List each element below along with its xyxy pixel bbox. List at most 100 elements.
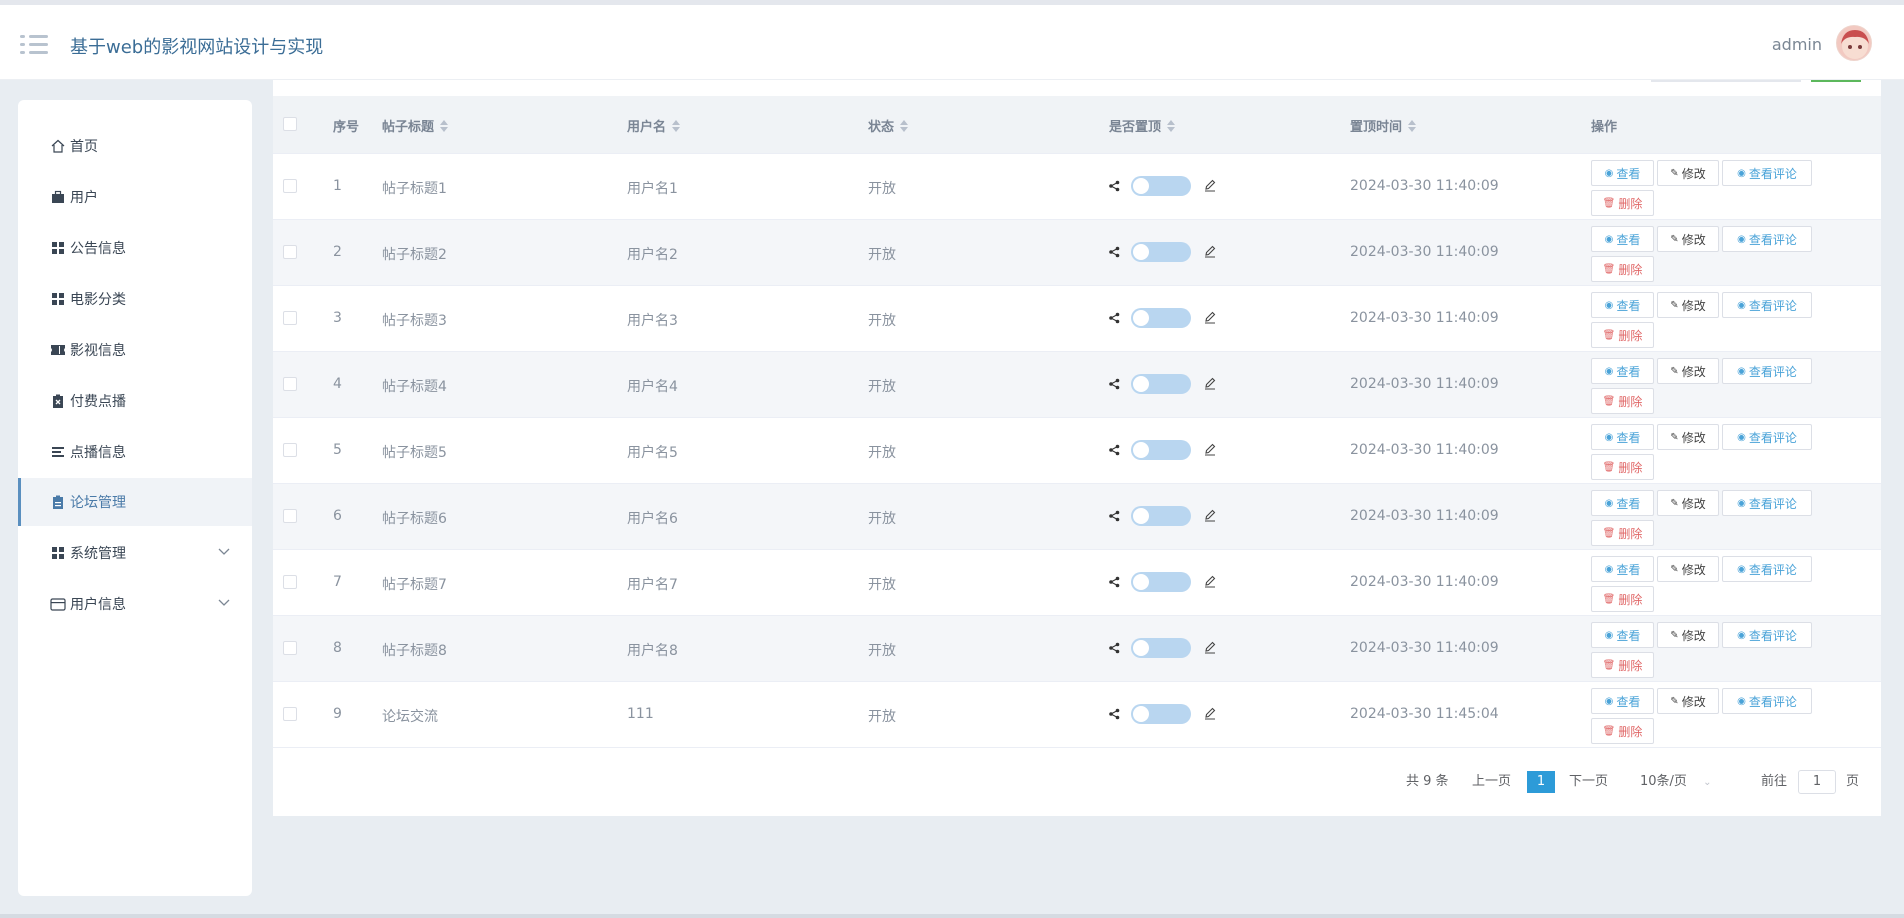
- share-icon[interactable]: [1108, 576, 1120, 588]
- view-comments-button[interactable]: ◉ 查看评论: [1722, 358, 1812, 384]
- sort-icon[interactable]: [440, 119, 449, 132]
- header-title[interactable]: 帖子标题: [382, 116, 449, 135]
- row-checkbox[interactable]: [283, 245, 297, 259]
- edit-button[interactable]: ✎ 修改: [1657, 160, 1719, 186]
- view-comments-button[interactable]: ◉ 查看评论: [1722, 688, 1812, 714]
- user-name[interactable]: admin: [1772, 35, 1822, 54]
- edit-pen-icon[interactable]: [1203, 442, 1217, 456]
- sidebar-item-movie-category[interactable]: 电影分类: [18, 275, 252, 323]
- delete-button[interactable]: 🗑 删除: [1591, 388, 1654, 414]
- share-icon[interactable]: [1108, 510, 1120, 522]
- view-comments-button[interactable]: ◉ 查看评论: [1722, 556, 1812, 582]
- row-checkbox[interactable]: [283, 311, 297, 325]
- row-checkbox[interactable]: [283, 707, 297, 721]
- header-toptime[interactable]: 置顶时间: [1350, 116, 1417, 135]
- top-toggle-switch[interactable]: [1131, 176, 1191, 196]
- top-toggle-switch[interactable]: [1131, 506, 1191, 526]
- edit-button[interactable]: ✎ 修改: [1657, 490, 1719, 516]
- edit-pen-icon[interactable]: [1203, 640, 1217, 654]
- view-button[interactable]: ◉ 查看: [1591, 688, 1654, 714]
- edit-button[interactable]: ✎ 修改: [1657, 358, 1719, 384]
- share-icon[interactable]: [1108, 312, 1120, 324]
- view-comments-button[interactable]: ◉ 查看评论: [1722, 622, 1812, 648]
- delete-button[interactable]: 🗑 删除: [1591, 586, 1654, 612]
- sidebar-item-notice[interactable]: 公告信息: [18, 224, 252, 272]
- view-button[interactable]: ◉ 查看: [1591, 292, 1654, 318]
- delete-button[interactable]: 🗑 删除: [1591, 520, 1654, 546]
- header-status[interactable]: 状态: [868, 116, 909, 135]
- top-toggle-switch[interactable]: [1131, 440, 1191, 460]
- goto-page-input[interactable]: 1: [1798, 770, 1836, 794]
- edit-pen-icon[interactable]: [1203, 508, 1217, 522]
- edit-pen-icon[interactable]: [1203, 706, 1217, 720]
- delete-button[interactable]: 🗑 删除: [1591, 190, 1654, 216]
- menu-toggle-icon[interactable]: [20, 33, 48, 57]
- sidebar-item-user-info[interactable]: 用户信息: [18, 580, 252, 628]
- delete-button[interactable]: 🗑 删除: [1591, 718, 1654, 744]
- view-button[interactable]: ◉ 查看: [1591, 556, 1654, 582]
- sidebar-item-movie-info[interactable]: 影视信息: [18, 326, 252, 374]
- sidebar-item-vod-info[interactable]: 点播信息: [18, 428, 252, 476]
- edit-pen-icon[interactable]: [1203, 310, 1217, 324]
- view-button[interactable]: ◉ 查看: [1591, 226, 1654, 252]
- header-username[interactable]: 用户名: [627, 116, 681, 135]
- delete-button[interactable]: 🗑 删除: [1591, 256, 1654, 282]
- row-checkbox[interactable]: [283, 377, 297, 391]
- row-checkbox[interactable]: [283, 443, 297, 457]
- edit-pen-icon[interactable]: [1203, 574, 1217, 588]
- view-button[interactable]: ◉ 查看: [1591, 490, 1654, 516]
- top-toggle-switch[interactable]: [1131, 308, 1191, 328]
- row-checkbox[interactable]: [283, 641, 297, 655]
- edit-button[interactable]: ✎ 修改: [1657, 622, 1719, 648]
- header-top[interactable]: 是否置顶: [1109, 116, 1176, 135]
- sort-icon[interactable]: [900, 119, 909, 132]
- scrollbar[interactable]: [1882, 80, 1886, 918]
- share-icon[interactable]: [1108, 444, 1120, 456]
- row-checkbox[interactable]: [283, 509, 297, 523]
- row-checkbox[interactable]: [283, 179, 297, 193]
- sort-icon[interactable]: [672, 119, 681, 132]
- row-checkbox[interactable]: [283, 575, 297, 589]
- view-button[interactable]: ◉ 查看: [1591, 160, 1654, 186]
- view-comments-button[interactable]: ◉ 查看评论: [1722, 292, 1812, 318]
- edit-pen-icon[interactable]: [1203, 376, 1217, 390]
- prev-page-button[interactable]: 上一页: [1472, 770, 1511, 794]
- sidebar-item-home[interactable]: 首页: [18, 122, 252, 170]
- sort-icon[interactable]: [1408, 119, 1417, 132]
- view-button[interactable]: ◉ 查看: [1591, 424, 1654, 450]
- edit-pen-icon[interactable]: [1203, 244, 1217, 258]
- edit-button[interactable]: ✎ 修改: [1657, 226, 1719, 252]
- page-size-select[interactable]: 10条/页 ⌄: [1640, 770, 1711, 795]
- share-icon[interactable]: [1108, 708, 1120, 720]
- sidebar-item-paid-vod[interactable]: 付费点播: [18, 377, 252, 425]
- next-page-button[interactable]: 下一页: [1569, 770, 1608, 794]
- share-icon[interactable]: [1108, 378, 1120, 390]
- top-toggle-switch[interactable]: [1131, 704, 1191, 724]
- sort-icon[interactable]: [1167, 119, 1176, 132]
- view-comments-button[interactable]: ◉ 查看评论: [1722, 424, 1812, 450]
- delete-button[interactable]: 🗑 删除: [1591, 652, 1654, 678]
- view-button[interactable]: ◉ 查看: [1591, 622, 1654, 648]
- view-comments-button[interactable]: ◉ 查看评论: [1722, 160, 1812, 186]
- top-toggle-switch[interactable]: [1131, 374, 1191, 394]
- view-comments-button[interactable]: ◉ 查看评论: [1722, 490, 1812, 516]
- delete-button[interactable]: 🗑 删除: [1591, 322, 1654, 348]
- page-number-current[interactable]: 1: [1527, 771, 1555, 793]
- edit-button[interactable]: ✎ 修改: [1657, 292, 1719, 318]
- sidebar-item-forum[interactable]: 论坛管理: [18, 478, 252, 526]
- share-icon[interactable]: [1108, 180, 1120, 192]
- view-button[interactable]: ◉ 查看: [1591, 358, 1654, 384]
- edit-pen-icon[interactable]: [1203, 178, 1217, 192]
- delete-button[interactable]: 🗑 删除: [1591, 454, 1654, 480]
- top-toggle-switch[interactable]: [1131, 242, 1191, 262]
- top-toggle-switch[interactable]: [1131, 638, 1191, 658]
- select-all-checkbox[interactable]: [283, 117, 297, 131]
- edit-button[interactable]: ✎ 修改: [1657, 424, 1719, 450]
- edit-button[interactable]: ✎ 修改: [1657, 556, 1719, 582]
- edit-button[interactable]: ✎ 修改: [1657, 688, 1719, 714]
- sidebar-item-system[interactable]: 系统管理: [18, 529, 252, 577]
- view-comments-button[interactable]: ◉ 查看评论: [1722, 226, 1812, 252]
- share-icon[interactable]: [1108, 246, 1120, 258]
- sidebar-item-user[interactable]: 用户: [18, 173, 252, 221]
- top-toggle-switch[interactable]: [1131, 572, 1191, 592]
